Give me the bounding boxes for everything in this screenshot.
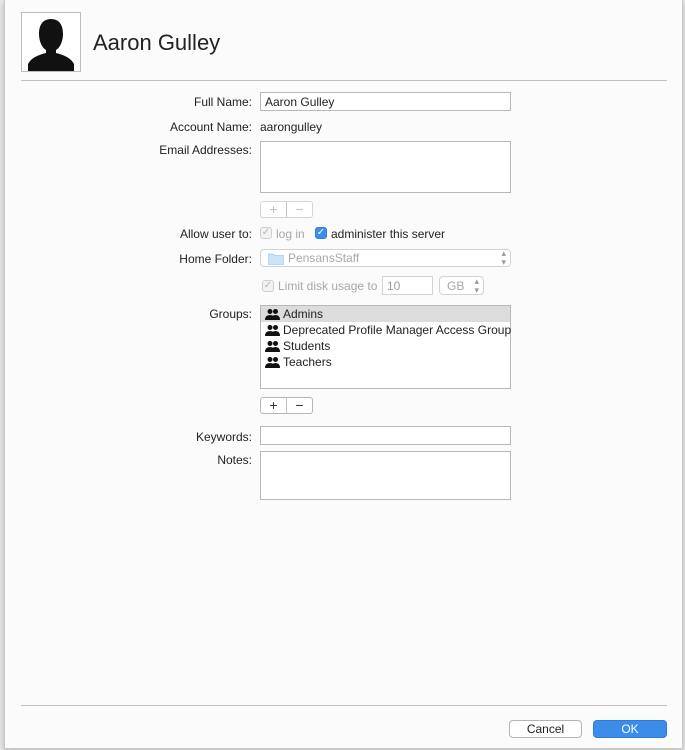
home-folder-popup[interactable]: PensansStaff ▴ ▾ [260,249,511,267]
list-item[interactable]: Deprecated Profile Manager Access Group [261,322,511,338]
add-group-button[interactable]: + [261,398,286,413]
chevron-updown-icon: ▴ ▾ [474,276,479,295]
disk-limit-field[interactable] [382,276,433,295]
user-display-name: Aaron Gulley [93,30,221,55]
user-edit-sheet: Aaron Gulley Full Name: Account Name: aa… [4,0,683,749]
user-silhouette-icon [28,19,74,71]
avatar [21,12,81,72]
notes-label: Notes: [217,453,252,467]
group-icon [265,309,280,320]
administer-server-label: administer this server [331,227,446,241]
remove-group-button[interactable]: − [286,398,312,413]
limit-disk-usage-checkbox[interactable]: ✓ [262,280,274,292]
full-name-field[interactable] [260,92,511,111]
login-label: log in [276,227,305,241]
ok-button[interactable]: OK [593,720,667,738]
header-divider [21,80,667,81]
groups-label: Groups: [209,307,252,321]
home-folder-label: Home Folder: [179,252,252,266]
group-icon [265,357,280,368]
keywords-field[interactable] [260,426,511,445]
chevron-updown-icon: ▴ ▾ [501,248,506,267]
list-item[interactable]: Students [261,338,510,354]
account-name-value: aarongulley [260,120,323,134]
disk-limit-unit-value: GB [447,279,465,293]
email-add-remove-control: + − [260,201,313,218]
add-email-button[interactable]: + [261,202,286,217]
limit-disk-usage-label: Limit disk usage to [278,279,378,293]
group-icon [265,341,280,352]
allow-user-to-label: Allow user to: [179,227,252,241]
groups-list[interactable]: Admins Deprecated Profile Manager Access… [260,305,511,389]
list-item[interactable]: Teachers [261,354,510,370]
login-checkbox[interactable]: ✓ [260,227,272,239]
full-name-label: Full Name: [193,95,252,109]
email-addresses-label: Email Addresses: [159,143,252,157]
cancel-button[interactable]: Cancel [509,720,582,738]
account-name-label: Account Name: [169,120,252,134]
administer-server-checkbox[interactable]: ✓ [315,227,327,239]
email-addresses-list[interactable] [260,141,511,193]
home-folder-value: PensansStaff [288,251,360,265]
keywords-label: Keywords: [195,430,252,444]
footer-divider [21,705,667,706]
notes-field[interactable] [260,451,511,500]
group-icon [265,325,280,336]
list-item[interactable]: Admins [261,306,510,322]
disk-limit-unit-popup[interactable]: GB ▴ ▾ [439,276,484,295]
folder-icon [268,253,284,265]
remove-email-button[interactable]: − [286,202,312,217]
group-add-remove-control: + − [260,397,313,414]
